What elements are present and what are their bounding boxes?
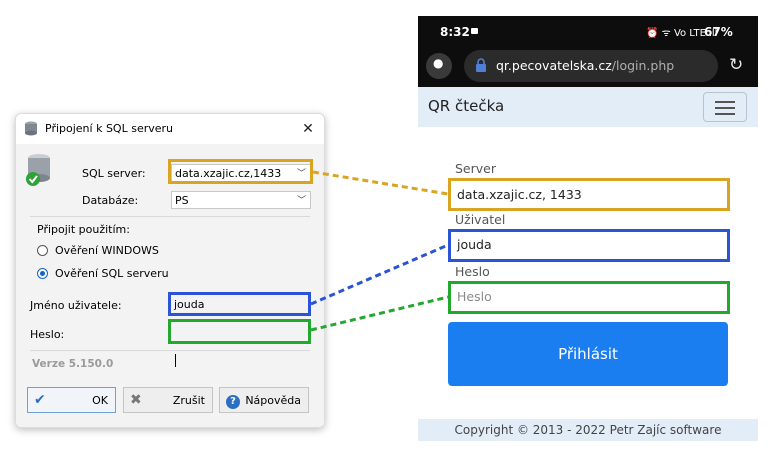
user-connector bbox=[310, 243, 449, 306]
password-connector bbox=[310, 295, 449, 332]
connector-lines bbox=[310, 170, 449, 332]
server-connector bbox=[312, 170, 449, 196]
